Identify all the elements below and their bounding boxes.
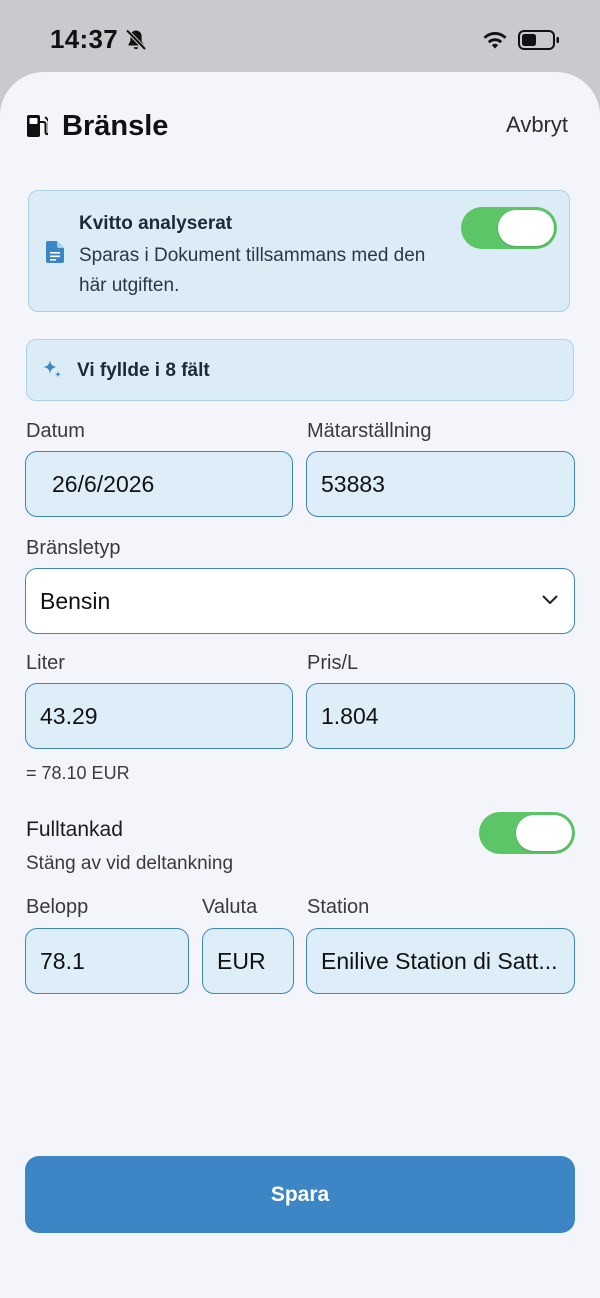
- toggle-knob: [516, 815, 572, 851]
- amount-field[interactable]: 78.1: [25, 928, 189, 994]
- receipt-card-title: Kvitto analyserat: [79, 213, 233, 234]
- currency-label: Valuta: [202, 896, 258, 918]
- page-title: Bränsle: [62, 109, 169, 142]
- date-label: Datum: [26, 420, 85, 442]
- liters-value: 43.29: [40, 702, 98, 729]
- odometer-label: Mätarställning: [307, 420, 432, 442]
- autofill-banner-text: Vi fyllde i 8 fält: [77, 360, 210, 381]
- fuel-type-value: Bensin: [40, 587, 111, 614]
- station-value: Enilive Station di Satt...: [321, 947, 558, 974]
- receipt-analyzed-card: Kvitto analyserat Sparas i Dokument till…: [28, 190, 570, 312]
- autofill-banner: Vi fyllde i 8 fält: [26, 339, 574, 401]
- fuel-type-label: Bränsletyp: [26, 537, 121, 559]
- liters-label: Liter: [26, 652, 65, 674]
- chevron-down-icon: [542, 595, 558, 604]
- fuel-pump-icon: [27, 115, 48, 137]
- document-icon: [46, 241, 64, 263]
- liters-field[interactable]: 43.29: [25, 683, 293, 749]
- save-receipt-toggle[interactable]: [461, 207, 557, 249]
- price-per-liter-label: Pris/L: [307, 652, 359, 674]
- wifi-icon: [483, 31, 507, 49]
- status-time: 14:37: [50, 24, 118, 54]
- sheet-header: Bränsle: [26, 108, 168, 144]
- price-per-liter-value: 1.804: [321, 702, 379, 729]
- price-per-liter-field[interactable]: 1.804: [306, 683, 575, 749]
- receipt-card-description: Sparas i Dokument tillsammans med den hä…: [79, 245, 426, 296]
- amount-label: Belopp: [26, 896, 89, 918]
- sparkle-icon: [43, 360, 62, 378]
- battery-icon: [518, 30, 559, 50]
- currency-value: EUR: [217, 947, 266, 974]
- fuel-sheet: Bränsle Avbryt Kvitto analyserat Sparas …: [0, 72, 600, 1298]
- full-tank-toggle[interactable]: [479, 812, 575, 854]
- date-field[interactable]: 26/6/2026: [25, 451, 293, 517]
- bell-slash-icon: [125, 29, 147, 51]
- currency-field[interactable]: EUR: [202, 928, 294, 994]
- date-value: 26/6/2026: [52, 470, 155, 497]
- station-field[interactable]: Enilive Station di Satt...: [306, 928, 575, 994]
- full-tank-label: Fulltankad: [26, 818, 123, 841]
- amount-value: 78.1: [40, 947, 85, 974]
- cancel-button[interactable]: Avbryt: [506, 112, 568, 138]
- odometer-value: 53883: [321, 470, 385, 497]
- odometer-field[interactable]: 53883: [306, 451, 575, 517]
- station-label: Station: [307, 896, 370, 918]
- toggle-knob: [498, 210, 554, 246]
- fuel-type-select[interactable]: Bensin: [25, 568, 575, 634]
- full-tank-hint: Stäng av vid deltankning: [26, 853, 234, 874]
- save-button[interactable]: Spara: [25, 1156, 575, 1233]
- computed-total: = 78.10 EUR: [26, 763, 130, 783]
- status-bar: 14:37: [0, 0, 600, 72]
